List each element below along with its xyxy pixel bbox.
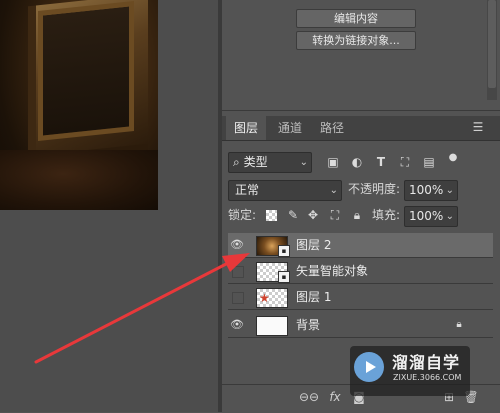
watermark-url: ZIXUE.3066.COM xyxy=(393,373,462,382)
play-icon xyxy=(366,361,376,373)
watermark-title: 溜溜自学 xyxy=(392,353,461,372)
